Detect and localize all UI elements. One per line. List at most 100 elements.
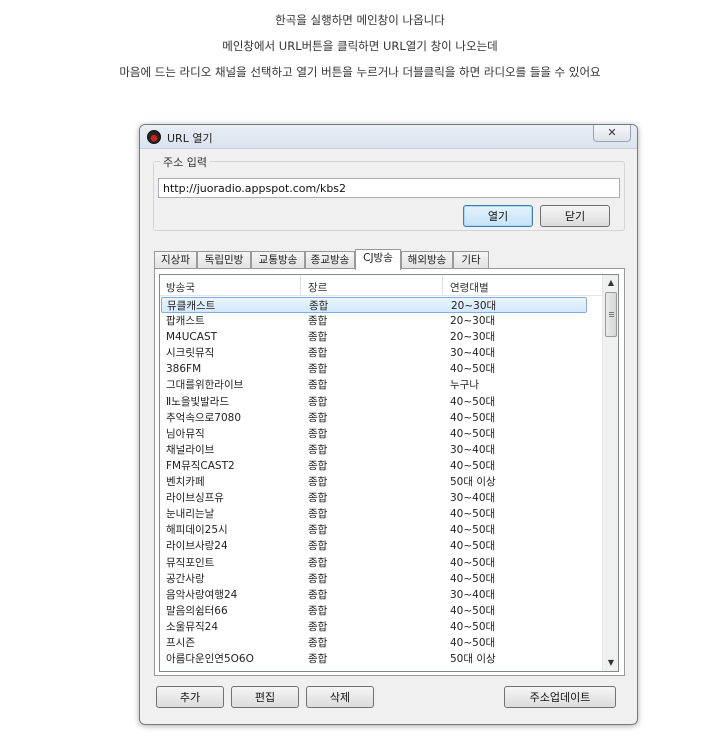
genre: 종합: [308, 363, 328, 376]
tab-etc[interactable]: 기타: [453, 251, 489, 269]
list-item[interactable]: 라이브사랑24 종합 40~50대: [160, 538, 604, 554]
station-name: 음악사랑여행24: [166, 588, 238, 601]
station-name: 프시즌: [166, 636, 195, 649]
list-item[interactable]: 해피데이25시 종합 40~50대: [160, 522, 604, 538]
genre: 종합: [308, 636, 328, 649]
list-item[interactable]: 386FM 종합 40~50대: [160, 361, 604, 377]
age-group: 40~50대: [450, 604, 496, 617]
scroll-up-arrow-icon[interactable]: ▲: [603, 275, 618, 291]
list-item[interactable]: 벤치카페 종합 50대 이상: [160, 474, 604, 490]
tab-independent[interactable]: 독립민방: [197, 251, 251, 269]
age-group: 누구나: [450, 379, 479, 392]
age-group: 40~50대: [450, 636, 496, 649]
list-item[interactable]: 소울뮤직24 종합 40~50대: [160, 619, 604, 635]
list-item[interactable]: 공간사랑 종합 40~50대: [160, 571, 604, 587]
list-item[interactable]: 채널라이브 종합 30~40대: [160, 442, 604, 458]
tab-traffic[interactable]: 교통방송: [251, 251, 305, 269]
list-item[interactable]: FM뮤직CAST2 종합 40~50대: [160, 458, 604, 474]
station-name: 라이브싱프유: [166, 492, 224, 505]
genre: 종합: [308, 572, 328, 585]
tab-terrestrial[interactable]: 지상파: [154, 251, 197, 269]
intro-line-2: 메인창에서 URL버튼을 클릭하면 URL열기 창이 나오는데: [222, 39, 498, 53]
age-group: 30~40대: [450, 492, 496, 505]
list-rows: 뮤클캐스트 종합 20~30대 팝캐스트 종합 20~30대 M4UCAST 종합 20~30대…: [160, 297, 604, 667]
age-group: 40~50대: [450, 540, 496, 553]
tab-religious[interactable]: 종교방송: [305, 251, 355, 269]
genre: 종합: [308, 556, 328, 569]
edit-button[interactable]: 편집: [231, 686, 299, 708]
tab-overseas[interactable]: 해외방송: [401, 251, 453, 269]
open-button[interactable]: 열기: [463, 205, 533, 227]
station-name: 시크릿뮤직: [166, 347, 215, 360]
age-group: 40~50대: [450, 363, 496, 376]
genre: 종합: [308, 604, 328, 617]
address-update-button[interactable]: 주소업데이트: [504, 686, 616, 708]
list-item[interactable]: 프시즌 종합 40~50대: [160, 635, 604, 651]
station-name: 벤치카페: [166, 476, 205, 489]
close-button[interactable]: 닫기: [540, 205, 610, 227]
scroll-down-arrow-icon[interactable]: ▼: [603, 655, 618, 671]
age-group: 20~30대: [451, 300, 497, 312]
station-name: 말음의쉼터66: [166, 604, 228, 617]
genre: 종합: [308, 411, 328, 424]
age-group: 20~30대: [450, 315, 496, 328]
list-item[interactable]: 그대를위한라이브 종합 누구나: [160, 377, 604, 393]
title-bar[interactable]: URL 열기 ✕: [140, 125, 637, 149]
column-age[interactable]: 연령대별: [450, 280, 489, 295]
genre: 종합: [308, 443, 328, 456]
list-item[interactable]: 시크릿뮤직 종합 30~40대: [160, 345, 604, 361]
list-item[interactable]: 뮤클캐스트 종합 20~30대: [161, 297, 587, 314]
list-item[interactable]: 팝캐스트 종합 20~30대: [160, 313, 604, 329]
list-item[interactable]: 말음의쉼터66 종합 40~50대: [160, 603, 604, 619]
list-item[interactable]: 추억속으로7080 종합 40~50대: [160, 410, 604, 426]
radio-app-icon: [147, 130, 161, 144]
age-group: 40~50대: [450, 620, 496, 633]
window-close-button[interactable]: ✕: [593, 125, 631, 142]
url-input[interactable]: [158, 178, 620, 198]
list-item[interactable]: 라이브싱프유 종합 30~40대: [160, 490, 604, 506]
age-group: 40~50대: [450, 556, 496, 569]
genre: 종합: [308, 315, 328, 328]
station-name: 뮤직포인트: [166, 556, 215, 569]
station-name: 팝캐스트: [166, 315, 205, 328]
list-item[interactable]: 님아뮤직 종합 40~50대: [160, 426, 604, 442]
genre: 종합: [308, 427, 328, 440]
age-group: 30~40대: [450, 347, 496, 360]
list-item[interactable]: M4UCAST 종합 20~30대: [160, 329, 604, 345]
station-name: 추억속으로7080: [166, 411, 242, 424]
station-name: 그대를위한라이브: [166, 379, 244, 392]
add-button[interactable]: 추가: [156, 686, 224, 708]
list-item[interactable]: Ⅱ노을빛발라드 종합 40~50대: [160, 394, 604, 410]
address-group-label: 주소 입력: [160, 154, 210, 170]
station-name: 386FM: [166, 363, 202, 376]
age-group: 40~50대: [450, 524, 496, 537]
column-station[interactable]: 방송국: [166, 280, 195, 295]
genre: 종합: [308, 379, 328, 392]
list-item[interactable]: 아름다운인연5O6O 종합 50대 이상: [160, 651, 604, 667]
station-name: 소울뮤직24: [166, 620, 219, 633]
age-group: 30~40대: [450, 588, 496, 601]
vertical-scrollbar[interactable]: ▲ ▼: [602, 275, 618, 671]
genre: 종합: [309, 300, 329, 312]
tab-cj[interactable]: CJ방송: [355, 249, 401, 270]
column-divider[interactable]: [442, 275, 443, 295]
age-group: 30~40대: [450, 443, 496, 456]
scroll-thumb[interactable]: [605, 292, 617, 337]
list-item[interactable]: 뮤직포인트 종합 40~50대: [160, 555, 604, 571]
list-item[interactable]: 음악사랑여행24 종합 30~40대: [160, 587, 604, 603]
age-group: 40~50대: [450, 459, 496, 472]
station-list[interactable]: 방송국 장르 연령대별 뮤클캐스트 종합 20~30대 팝캐스트 종합 20~30대 M4U…: [159, 274, 619, 672]
age-group: 20~30대: [450, 331, 496, 344]
list-item[interactable]: 눈내리는날 종합 40~50대: [160, 506, 604, 522]
window-title: URL 열기: [167, 132, 213, 145]
column-genre[interactable]: 장르: [308, 280, 327, 295]
age-group: 40~50대: [450, 395, 496, 408]
station-name: 공간사랑: [166, 572, 205, 585]
column-divider[interactable]: [300, 275, 301, 295]
genre: 종합: [308, 459, 328, 472]
age-group: 50대 이상: [450, 476, 496, 489]
genre: 종합: [308, 492, 328, 505]
genre: 종합: [308, 653, 328, 666]
delete-button[interactable]: 삭제: [306, 686, 374, 708]
station-name: 님아뮤직: [166, 427, 205, 440]
